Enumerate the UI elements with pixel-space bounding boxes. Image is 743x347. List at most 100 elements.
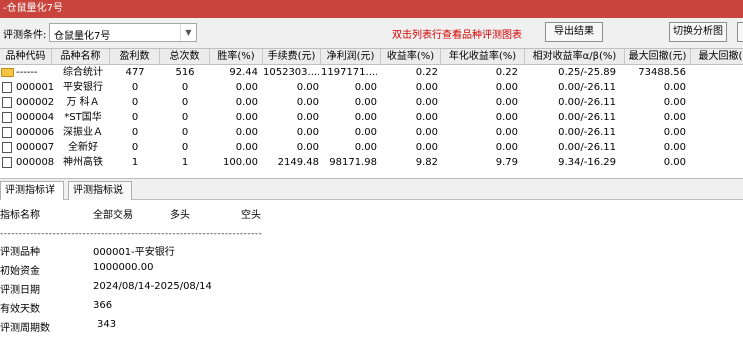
cell-relative-return: 0.00/-26.11 (558, 127, 616, 138)
cell-annual-return: 0.00 (495, 127, 518, 138)
doc-icon (2, 157, 12, 168)
detail-header-long: 多头 (170, 210, 190, 221)
cell-fee: 0.00 (296, 82, 319, 93)
detail-item-label: 初始资金 (0, 266, 40, 277)
doc-icon (2, 127, 12, 138)
column-header[interactable]: 最大回撤(元) (625, 49, 691, 65)
cell-profit: 1197171.... (321, 67, 377, 78)
column-header[interactable]: 手续费(元) (263, 49, 321, 65)
table-row[interactable]: 000002 万 科Ａ 0 0 0.00 0.00 0.00 0.00 0.00 0.00/-26… (0, 95, 743, 110)
cell-max-drawdown: 0.00 (663, 157, 686, 168)
cell-return: 0.00 (415, 127, 438, 138)
column-header[interactable]: 总次数 (160, 49, 210, 65)
cell-name: 深振业Ａ (63, 127, 103, 138)
cell-fee: 2149.48 (277, 157, 319, 168)
detail-item-value: 366 (93, 300, 113, 311)
column-header[interactable]: 品种代码 (0, 49, 52, 65)
cell-code: 000007 (16, 142, 54, 153)
doc-icon (2, 142, 12, 153)
cell-wins: 0 (131, 142, 139, 153)
cell-relative-return: 0.00/-26.11 (558, 112, 616, 123)
cell-wins: 1 (131, 157, 139, 168)
detail-header-short: 空头 (241, 210, 261, 221)
cell-total: 0 (181, 127, 189, 138)
export-results-button[interactable]: 导出结果 (545, 22, 603, 42)
cell-name: 全新好 (68, 142, 98, 153)
cell-winrate: 92.44 (229, 67, 258, 78)
detail-item-label: 有效天数 (0, 304, 40, 315)
window-title-bar: -仓鼠量化7号 (0, 0, 743, 18)
cell-total: 0 (181, 142, 189, 153)
column-header[interactable]: 相对收益率α/β(%) (525, 49, 625, 65)
condition-label: 评测条件: (3, 30, 47, 41)
cell-fee: 0.00 (296, 127, 319, 138)
cell-annual-return: 0.22 (495, 67, 518, 78)
folder-icon (1, 68, 14, 77)
cell-winrate: 0.00 (235, 97, 258, 108)
column-header[interactable]: 年化收益率(%) (441, 49, 525, 65)
cell-profit: 0.00 (354, 112, 377, 123)
cell-wins: 477 (125, 67, 145, 78)
cell-profit: 0.00 (354, 82, 377, 93)
cell-total: 0 (181, 82, 189, 93)
detail-separator: ----------------------------------------… (0, 229, 263, 239)
cell-return: 0.00 (415, 142, 438, 153)
table-row[interactable]: 000004 *ST国华 0 0 0.00 0.00 0.00 0.00 0.00 0.00/-2… (0, 110, 743, 125)
extra-button[interactable] (737, 22, 743, 42)
cell-relative-return: 9.34/-16.29 (558, 157, 616, 168)
cell-wins: 0 (131, 97, 139, 108)
cell-name: *ST国华 (64, 112, 102, 123)
cell-name: 平安银行 (63, 82, 103, 93)
tab-metric-explanation[interactable]: 评测指标说明 (68, 181, 132, 214)
cell-max-drawdown: 0.00 (663, 112, 686, 123)
table-row[interactable]: 000001 平安银行 0 0 0.00 0.00 0.00 0.00 0.00 0.00/-26… (0, 80, 743, 95)
column-header[interactable]: 胜率(%) (210, 49, 263, 65)
cell-profit: 98171.98 (329, 157, 377, 168)
doc-icon (2, 97, 12, 108)
hint-text: 双击列表行查看品种评测图表 (392, 30, 522, 41)
cell-fee: 0.00 (296, 142, 319, 153)
column-header[interactable]: 收益率(%) (381, 49, 441, 65)
detail-item-value: 1000000.00 (93, 262, 154, 273)
detail-item-label: 评测周期数 (0, 323, 50, 334)
cell-winrate: 0.00 (235, 142, 258, 153)
cell-name: 神州高铁 (63, 157, 103, 168)
cell-profit: 0.00 (354, 97, 377, 108)
table-row[interactable]: 000006 深振业Ａ 0 0 0.00 0.00 0.00 0.00 0.00 0.00/-26… (0, 125, 743, 140)
condition-select-value: 仓鼠量化7号 (54, 31, 111, 42)
cell-code: 000008 (16, 157, 54, 168)
cell-wins: 0 (131, 112, 139, 123)
switch-chart-button[interactable]: 切换分析图 (669, 22, 727, 42)
cell-winrate: 100.00 (223, 157, 258, 168)
cell-relative-return: 0.25/-25.89 (558, 67, 616, 78)
chevron-down-icon[interactable]: ▼ (180, 24, 196, 41)
detail-header-metric: 指标名称 (0, 210, 40, 221)
cell-code: 000004 (16, 112, 54, 123)
cell-fee: 1052303.... (263, 67, 319, 78)
cell-relative-return: 0.00/-26.11 (558, 142, 616, 153)
column-header[interactable]: 盈利数 (110, 49, 160, 65)
column-header[interactable]: 品种名称 (52, 49, 110, 65)
detail-item-value: 2024/08/14-2025/08/14 (93, 281, 212, 292)
cell-relative-return: 0.00/-26.11 (558, 82, 616, 93)
detail-panel: 指标名称 全部交易 多头 空头 ------------------------… (0, 200, 743, 347)
table-row[interactable]: ------ 综合统计 477 516 92.44 1052303.... 1197171.… (0, 65, 743, 80)
table-row[interactable]: 000007 全新好 0 0 0.00 0.00 0.00 0.00 0.00 0.00/-26.… (0, 140, 743, 155)
cell-wins: 0 (131, 127, 139, 138)
toolbar: 评测条件: 仓鼠量化7号 ▼ 双击列表行查看品种评测图表 导出结果 切换分析图 (0, 18, 743, 48)
table-row[interactable]: 000008 神州高铁 1 1 100.00 2149.48 98171.98 9.82 9.7… (0, 155, 743, 170)
cell-total: 0 (181, 97, 189, 108)
cell-annual-return: 0.00 (495, 82, 518, 93)
cell-total: 516 (175, 67, 195, 78)
cell-fee: 0.00 (296, 97, 319, 108)
tab-metric-details[interactable]: 评测指标详情 (0, 181, 64, 214)
cell-return: 0.00 (415, 82, 438, 93)
cell-annual-return: 0.00 (495, 97, 518, 108)
cell-code: ------ (16, 67, 38, 78)
cell-max-drawdown: 0.00 (663, 127, 686, 138)
column-header[interactable]: 净利润(元) (321, 49, 381, 65)
condition-select[interactable]: 仓鼠量化7号 ▼ (49, 23, 197, 42)
cell-total: 1 (181, 157, 189, 168)
cell-return: 0.00 (415, 97, 438, 108)
column-header[interactable]: 最大回撤( (691, 49, 743, 65)
